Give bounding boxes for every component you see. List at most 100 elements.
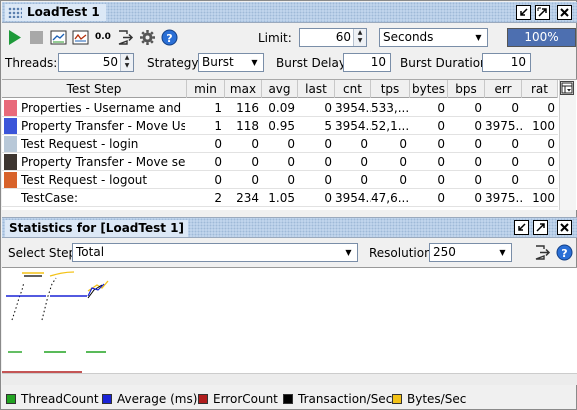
table-row[interactable]: Property Transfer - Move ses... 0 0 0 0 0 0 0 0 0… (2, 153, 558, 171)
stats-help-button[interactable]: ? (556, 244, 573, 261)
stats-detach-button[interactable] (533, 220, 548, 235)
cell-step: Property Transfer - Move Use... (21, 119, 185, 133)
column-header-tps[interactable]: tps (371, 80, 410, 98)
limit-spinner[interactable]: 60 ▲ ▼ (299, 28, 367, 47)
column-header-bytes[interactable]: bytes (410, 80, 448, 98)
strategy-select[interactable]: Burst ▼ (198, 53, 264, 72)
column-header-bps[interactable]: bps (448, 80, 485, 98)
table-row[interactable]: Test Request - login 0 0 0 0 0 0 0 0 0 0 (2, 135, 558, 153)
column-header-cnt[interactable]: cnt (335, 80, 371, 98)
vertical-scrollbar[interactable] (559, 80, 576, 210)
cell-step: Test Request - logout (21, 173, 148, 187)
cell-rat: 100 (532, 191, 555, 205)
threads-spinner-arrows[interactable]: ▲ ▼ (120, 54, 133, 71)
cell-avg: 0.95 (268, 119, 295, 133)
stop-button[interactable] (28, 29, 45, 46)
table-row[interactable]: Properties - Username and P... 1 116 0.09 0 3… (2, 99, 558, 117)
select-step-dropdown[interactable]: Total ▼ (72, 243, 358, 262)
legend-swatch (6, 394, 16, 404)
cell-tps: 0 (399, 137, 407, 151)
cell-bytes: 0 (437, 101, 445, 115)
drag-grip-icon (8, 7, 22, 18)
limit-unit-value: Seconds (383, 30, 434, 44)
statistics-chart (2, 267, 577, 373)
close-button[interactable] (557, 5, 572, 20)
column-header-max[interactable]: max (225, 80, 262, 98)
statistics-graph (2, 271, 109, 373)
cell-tps: 52,1... (371, 119, 410, 133)
export-button[interactable] (117, 29, 134, 46)
step-color-swatch (4, 136, 17, 152)
legend-swatch (198, 394, 208, 404)
cell-cnt: 3954... (335, 101, 371, 115)
statistics-title: Statistics for [LoadTest 1] (5, 220, 188, 237)
cell-cnt: 3954... (335, 191, 371, 205)
cell-err: 0 (511, 173, 519, 187)
stats-minimize-button[interactable] (514, 220, 529, 235)
bytes-per-sec-line (22, 271, 109, 292)
progress-text: 100% (524, 30, 559, 44)
legend-swatch (283, 394, 293, 404)
column-header-last[interactable]: last (298, 80, 335, 98)
step-color-swatch (4, 118, 17, 134)
column-header-err[interactable]: err (485, 80, 522, 98)
burst-duration-label: Burst Duration (400, 56, 488, 70)
cell-bps: 0 (474, 119, 482, 133)
spinner-up-icon: ▲ (124, 54, 130, 61)
export-icon (118, 30, 134, 45)
help-icon: ? (556, 244, 573, 261)
limit-spinner-arrows[interactable]: ▲ ▼ (353, 29, 366, 46)
cell-rat: 0 (547, 173, 555, 187)
cell-bytes: 0 (437, 155, 445, 169)
table-row[interactable]: Test Request - logout 0 0 0 0 0 0 0 0 0 0 (2, 171, 558, 189)
detach-button[interactable] (535, 5, 550, 20)
cell-min: 0 (214, 137, 222, 151)
table-row[interactable]: Property Transfer - Move Use... 1 118 0.95 5… (2, 117, 558, 135)
options-button[interactable] (139, 29, 156, 46)
cell-tps: 533,... (371, 101, 410, 115)
stats-close-button[interactable] (557, 220, 572, 235)
cell-cnt: 0 (360, 155, 368, 169)
cell-rat: 0 (547, 155, 555, 169)
cell-bytes: 0 (437, 119, 445, 133)
minimize-button[interactable] (516, 5, 531, 20)
reset-zero-label: 0.0 (95, 32, 111, 42)
threads-spinner[interactable]: 50 ▲ ▼ (58, 53, 134, 72)
stats-export-button[interactable] (534, 244, 551, 261)
reset-statistics-button[interactable]: 0.0 (95, 29, 112, 46)
cell-tps: 47,6... (371, 191, 410, 205)
play-icon (9, 30, 21, 45)
statistics-graph-button[interactable] (50, 29, 67, 46)
resolution-value: 250 (433, 245, 456, 259)
column-header-min[interactable]: min (187, 80, 225, 98)
cell-max: 234 (236, 191, 259, 205)
burst-duration-value: 10 (510, 55, 526, 69)
cell-avg: 0.09 (268, 101, 295, 115)
cell-last: 5 (324, 119, 332, 133)
cell-step: Property Transfer - Move ses... (21, 155, 185, 169)
run-button[interactable] (6, 29, 23, 46)
column-config-button[interactable] (560, 81, 574, 95)
cell-rat: 100 (532, 119, 555, 133)
column-header-step[interactable]: Test Step (2, 80, 187, 98)
help-button[interactable]: ? (161, 29, 178, 46)
legend-swatch (102, 394, 112, 404)
statistics-history-button[interactable] (72, 29, 89, 46)
burst-delay-input[interactable]: 10 (343, 53, 391, 72)
threads-value: 50 (102, 55, 118, 69)
table-row[interactable]: TestCase:22341.0503954...47,6...003975..… (2, 189, 558, 207)
chevron-down-icon: ▼ (499, 248, 506, 257)
chart-horizontal-scrollbar[interactable] (2, 373, 577, 385)
cell-err: 0 (511, 155, 519, 169)
column-header-avg[interactable]: avg (262, 80, 298, 98)
limit-unit-select[interactable]: Seconds ▼ (379, 28, 488, 47)
cell-step: Properties - Username and P... (21, 101, 185, 115)
cell-min: 1 (214, 101, 222, 115)
step-color-swatch (4, 100, 17, 116)
legend-label: ThreadCount (21, 392, 99, 406)
cell-bps: 0 (474, 155, 482, 169)
burst-duration-input[interactable]: 10 (482, 53, 531, 72)
column-header-rat[interactable]: rat (522, 80, 558, 98)
cell-bytes: 0 (437, 191, 445, 205)
resolution-dropdown[interactable]: 250 ▼ (429, 243, 512, 262)
